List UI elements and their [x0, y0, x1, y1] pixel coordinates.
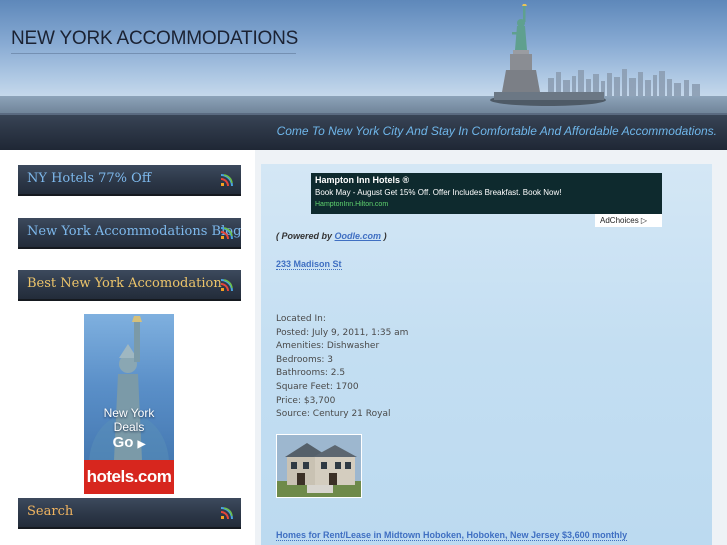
sidebar-item-best-accommodation[interactable]: Best New York Accomodation	[18, 270, 241, 301]
adchoices-label: AdChoices	[600, 216, 639, 225]
house-photo	[277, 435, 361, 497]
detail-price: Price: $3,700	[276, 395, 336, 406]
title-underline	[11, 53, 296, 54]
rss-icon	[220, 174, 233, 187]
site-title[interactable]: NEW YORK ACCOMMODATIONS	[11, 28, 298, 50]
sidebar-item-label: Best New York Accomodation	[27, 276, 222, 291]
sidebar-item-blog[interactable]: New York Accommodations Blog	[18, 218, 241, 249]
oodle-link[interactable]: Oodle.com	[335, 231, 382, 241]
powered-by-suffix: )	[383, 231, 387, 241]
tagline-bar-highlight	[0, 113, 727, 115]
ad-line-1: New York	[103, 406, 155, 420]
ad-go-button[interactable]: Go ▶	[84, 434, 174, 451]
sponsored-ad[interactable]: Hampton Inn Hotels ® Book May - August G…	[311, 173, 662, 214]
sidebar-item-label: Search	[27, 504, 74, 519]
detail-bathrooms: Bathrooms: 2.5	[276, 368, 346, 379]
sidebar-item-ny-hotels[interactable]: NY Hotels 77% Off	[18, 165, 241, 196]
ad-go-label: Go	[112, 434, 134, 451]
sidebar-item-search[interactable]: Search	[18, 498, 241, 529]
powered-by: ( Powered by Oodle.com )	[276, 231, 387, 241]
listing-details: Located In: Posted: July 9, 2011, 1:35 a…	[276, 313, 408, 422]
detail-posted: Posted: July 9, 2011, 1:35 am	[276, 327, 409, 338]
sidebar-item-label: New York Accommodations Blog	[27, 224, 242, 239]
sidebar-item-label: NY Hotels 77% Off	[27, 171, 152, 186]
site-header: NEW YORK ACCOMMODATIONS Come To New York…	[0, 0, 727, 150]
detail-located-in: Located In:	[276, 314, 326, 324]
adchoices-button[interactable]: AdChoices ▷	[595, 214, 662, 227]
statue-of-liberty-image	[490, 4, 606, 106]
ad-url[interactable]: HamptonInn.Hilton.com	[315, 201, 388, 208]
main-content: Hampton Inn Hotels ® Book May - August G…	[261, 164, 712, 545]
listing-title-link[interactable]: 233 Madison St	[276, 259, 342, 270]
rss-icon	[220, 279, 233, 292]
hotels-com-logo: hotels.com	[84, 460, 174, 494]
adchoices-icon: ▷	[640, 216, 648, 225]
ad-description: Book May - August Get 15% Off. Offer Inc…	[315, 188, 562, 197]
rss-icon	[220, 507, 233, 520]
powered-by-prefix: ( Powered by	[276, 231, 333, 241]
rss-icon	[220, 227, 233, 240]
detail-amenities: Amenities: Dishwasher	[276, 341, 380, 352]
detail-source: Source: Century 21 Royal	[276, 409, 391, 420]
next-listing-link[interactable]: Homes for Rent/Lease in Midtown Hoboken,…	[276, 530, 628, 541]
detail-square-feet: Square Feet: 1700	[276, 381, 359, 392]
sidebar: NY Hotels 77% Off New York Accommodation…	[0, 150, 255, 545]
play-arrow-icon: ▶	[137, 439, 146, 450]
ad-title[interactable]: Hampton Inn Hotels ®	[315, 175, 409, 185]
site-tagline: Come To New York City And Stay In Comfor…	[276, 124, 717, 138]
detail-bedrooms: Bedrooms: 3	[276, 354, 334, 365]
page-body: NY Hotels 77% Off New York Accommodation…	[0, 150, 727, 545]
tagline-bar: Come To New York City And Stay In Comfor…	[0, 113, 727, 150]
hotels-ad-banner[interactable]: New York Deals Go ▶ hotels.com	[84, 314, 174, 494]
ad-line-2: Deals	[113, 420, 145, 434]
listing-thumbnail[interactable]	[276, 434, 362, 498]
